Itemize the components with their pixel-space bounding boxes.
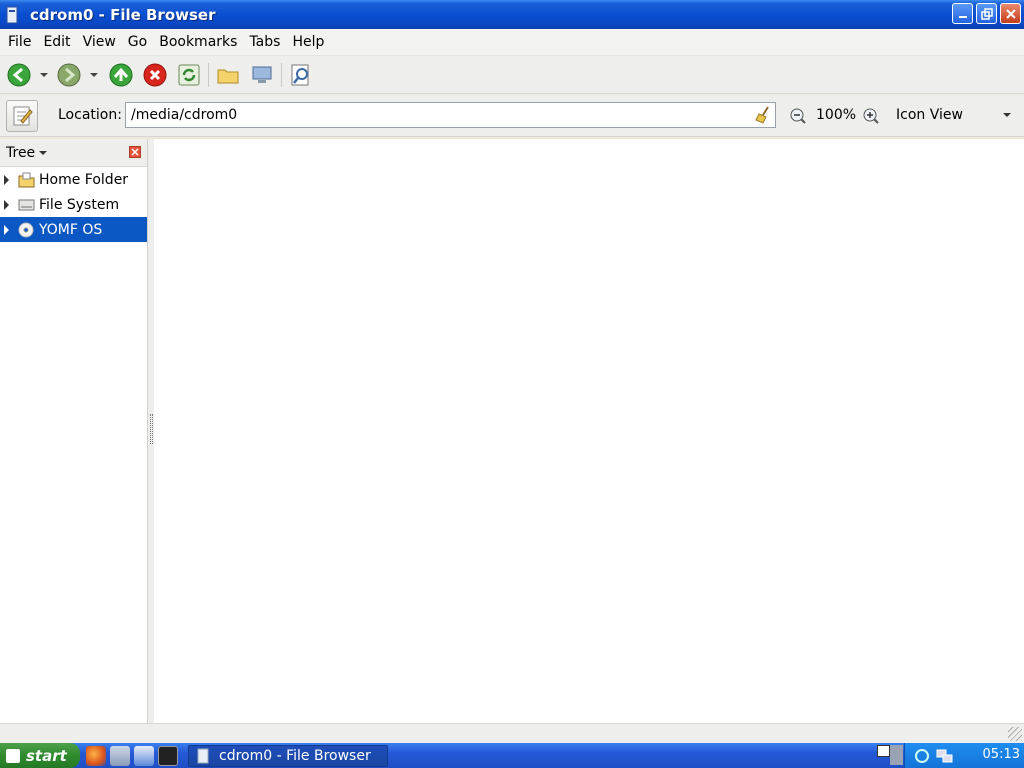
close-icon: [131, 148, 139, 156]
toolbar-separator: [281, 62, 282, 87]
computer-button[interactable]: [249, 62, 275, 88]
cdrom-icon: [18, 222, 34, 237]
menu-help[interactable]: Help: [292, 34, 324, 50]
toolbar-separator: [208, 62, 209, 87]
close-icon: [1005, 8, 1016, 19]
home-folder-icon: [18, 172, 35, 187]
up-icon: [109, 63, 133, 86]
stop-icon: [143, 63, 167, 86]
system-tray: 05:13: [877, 743, 1024, 768]
taskbar: start cdrom0 - File Browser 05:13: [0, 743, 1024, 768]
start-button[interactable]: start: [0, 743, 80, 768]
start-label: start: [26, 746, 67, 765]
menu-go[interactable]: Go: [128, 34, 147, 50]
zoom-in-icon[interactable]: [862, 107, 880, 125]
file-browser-icon: [6, 6, 18, 23]
chevron-down-icon: [90, 72, 98, 77]
sidebar-header[interactable]: Tree: [0, 139, 147, 167]
tree-item-home-folder[interactable]: Home Folder: [0, 167, 147, 192]
workspace-pager[interactable]: [877, 745, 903, 765]
minimize-button[interactable]: [952, 3, 973, 24]
close-sidebar-button[interactable]: [129, 146, 141, 158]
stop-button[interactable]: [142, 62, 168, 88]
menu-view[interactable]: View: [83, 34, 116, 50]
workspace-2[interactable]: [890, 745, 903, 765]
clock: 05:13: [982, 747, 1020, 762]
title-bar[interactable]: cdrom0 - File Browser: [0, 0, 1024, 29]
reload-button[interactable]: [176, 62, 202, 88]
menu-tabs[interactable]: Tabs: [249, 34, 280, 50]
workspace-1[interactable]: [877, 745, 890, 757]
drive-icon: [18, 199, 35, 210]
file-view-area[interactable]: [154, 139, 1024, 723]
quick-launch: [86, 745, 178, 766]
network-status-icon[interactable]: [935, 747, 953, 765]
close-button[interactable]: [1000, 3, 1021, 24]
view-mode-select[interactable]: Icon View: [896, 107, 963, 123]
chevron-down-icon: [40, 72, 48, 77]
back-history-dropdown[interactable]: [38, 62, 50, 88]
location-bar: Location: 100% Icon View: [0, 95, 1024, 137]
toggle-location-button[interactable]: [6, 100, 38, 132]
tree-item-file-system[interactable]: File System: [0, 192, 147, 217]
zoom-level[interactable]: 100%: [816, 107, 856, 123]
home-folder-icon: [217, 69, 239, 83]
file-browser-icon: [197, 748, 209, 763]
expand-arrow-icon[interactable]: [4, 199, 9, 210]
tree-item-label: YOMF OS: [39, 221, 103, 238]
menu-edit[interactable]: Edit: [43, 34, 70, 50]
computer-icon: [252, 66, 272, 83]
tree-item-label: File System: [39, 196, 120, 213]
menu-bar: File Edit View Go Bookmarks Tabs Help: [0, 29, 1024, 56]
zoom-out-icon[interactable]: [789, 107, 807, 125]
sidebar-type-label: Tree: [6, 144, 36, 161]
forward-button[interactable]: [56, 62, 82, 88]
minimize-icon: [958, 15, 967, 18]
forward-history-dropdown[interactable]: [88, 62, 100, 88]
search-icon: [291, 64, 309, 85]
menu-bookmarks[interactable]: Bookmarks: [159, 34, 237, 50]
terminal-icon[interactable]: [158, 745, 178, 766]
menu-file[interactable]: File: [8, 34, 31, 50]
toolbar: [0, 56, 1024, 94]
forward-icon: [57, 63, 81, 86]
splitter-grip[interactable]: [150, 414, 153, 444]
tree-item-yomf-os[interactable]: YOMF OS: [0, 217, 147, 242]
chevron-down-icon[interactable]: [1003, 113, 1011, 117]
network-icon[interactable]: [134, 745, 154, 766]
edit-icon: [13, 106, 33, 126]
home-button[interactable]: [215, 62, 241, 88]
expand-arrow-icon[interactable]: [4, 224, 9, 235]
firefox-icon[interactable]: [86, 745, 106, 766]
search-button[interactable]: [288, 62, 314, 88]
file-manager-icon[interactable]: [110, 745, 130, 766]
taskbar-item-file-browser[interactable]: cdrom0 - File Browser: [188, 744, 388, 767]
up-button[interactable]: [108, 62, 134, 88]
status-bar: [0, 723, 1024, 743]
reload-icon: [178, 64, 200, 85]
sidebar-tree: Tree Home Folder File System YOMF OS: [0, 139, 148, 723]
start-logo-icon: [6, 748, 20, 763]
task-label: cdrom0 - File Browser: [219, 747, 371, 764]
tree-item-label: Home Folder: [39, 171, 129, 188]
back-icon: [7, 63, 31, 86]
resize-grip[interactable]: [1008, 727, 1022, 741]
expand-arrow-icon[interactable]: [4, 174, 9, 185]
restore-icon: [980, 7, 993, 20]
window-title: cdrom0 - File Browser: [30, 5, 216, 24]
maximize-button[interactable]: [976, 3, 997, 24]
chevron-down-icon: [39, 150, 48, 155]
clear-location-icon[interactable]: [754, 106, 772, 124]
back-button[interactable]: [6, 62, 32, 88]
location-input[interactable]: [125, 102, 776, 128]
location-label: Location:: [58, 107, 122, 123]
update-icon[interactable]: [913, 747, 931, 765]
